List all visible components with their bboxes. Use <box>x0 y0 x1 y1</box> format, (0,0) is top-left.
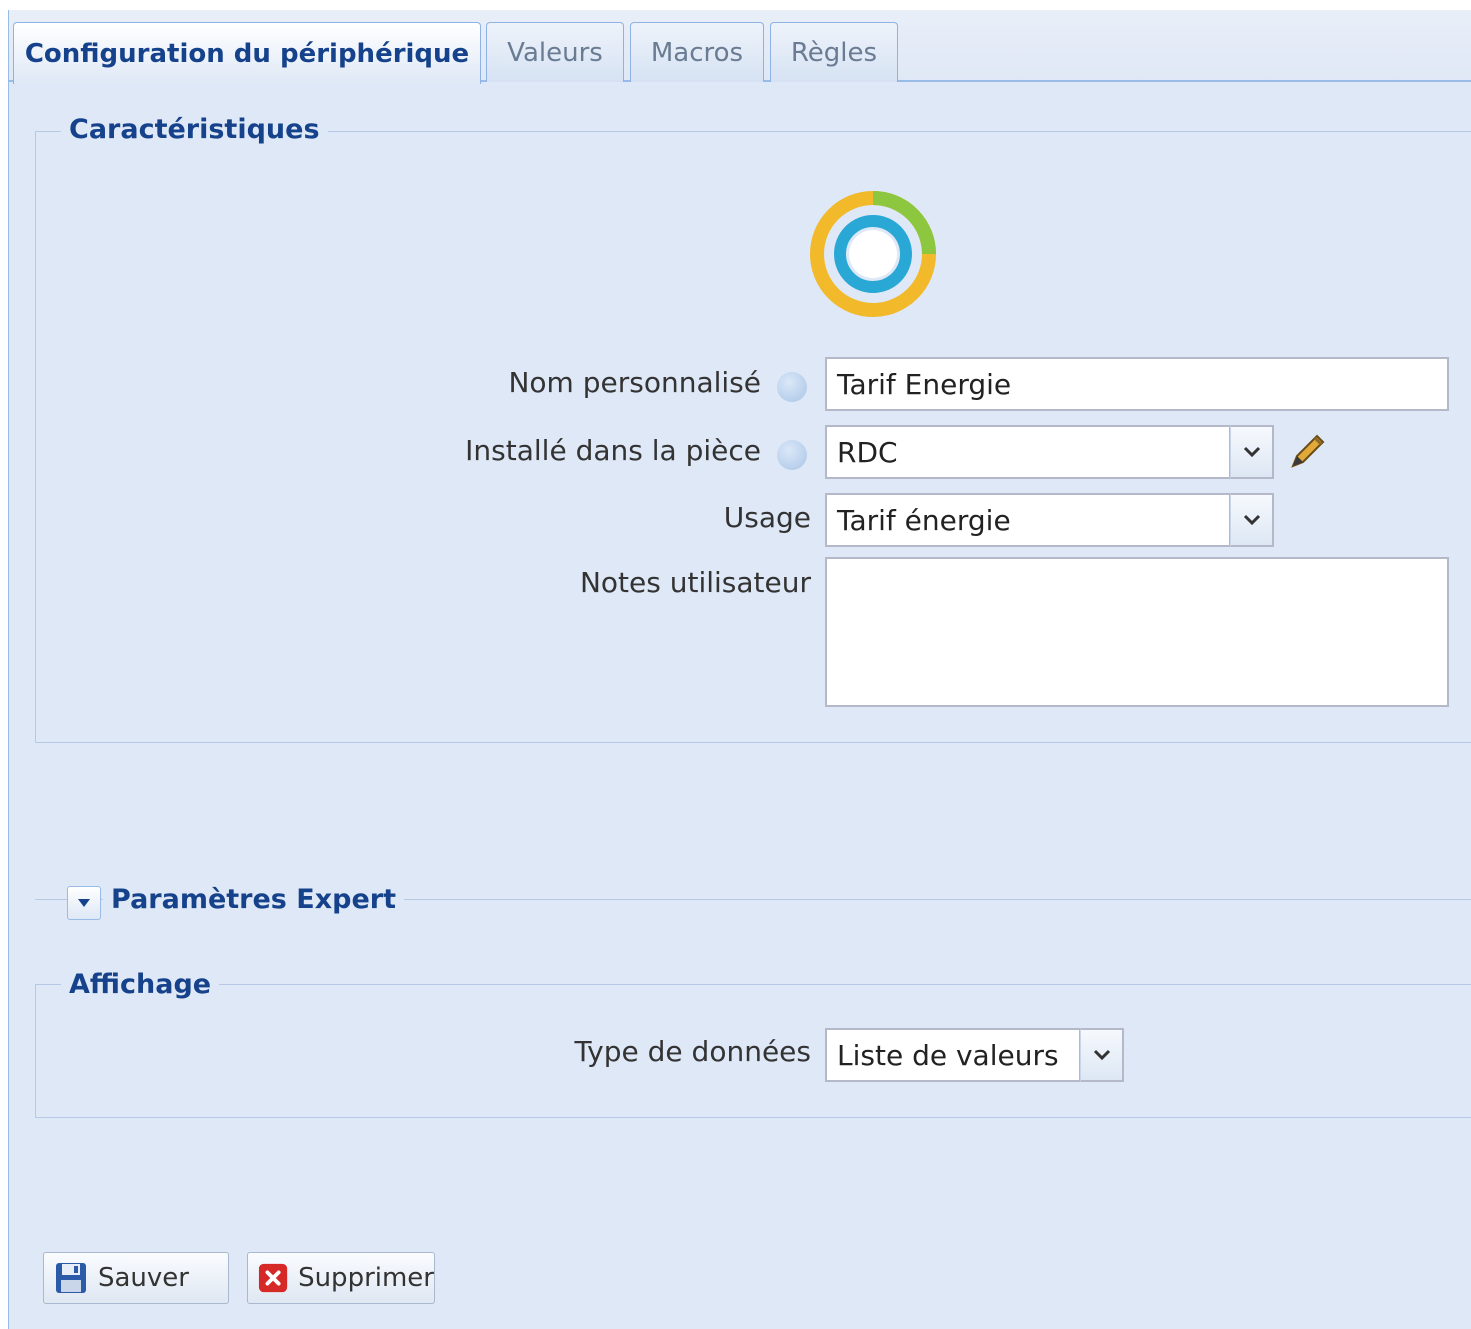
tab-values[interactable]: Valeurs <box>486 22 624 82</box>
device-config-panel: Configuration du périphérique Valeurs Ma… <box>8 10 1471 1329</box>
characteristics-legend: Caractéristiques <box>61 114 328 145</box>
energy-tariff-ring-icon <box>810 191 936 317</box>
expert-legend[interactable]: Paramètres Expert <box>103 884 404 915</box>
tab-rules[interactable]: Règles <box>770 22 898 82</box>
user-notes-label: Notes utilisateur <box>579 566 811 599</box>
floppy-disk-icon <box>56 1263 86 1293</box>
delete-button[interactable]: Supprimer <box>247 1252 435 1304</box>
chevron-down-icon <box>1243 514 1260 526</box>
pencil-edit-icon[interactable] <box>1285 430 1329 474</box>
usage-dropdown-button[interactable] <box>1230 493 1274 547</box>
room-dropdown-button[interactable] <box>1230 425 1274 479</box>
chevron-down-icon <box>1243 446 1260 458</box>
delete-button-label: Supprimer <box>298 1263 434 1293</box>
custom-name-label: Nom personnalisé <box>508 366 761 399</box>
display-legend: Affichage <box>61 969 220 1000</box>
room-label: Installé dans la pièce <box>465 434 761 467</box>
custom-name-help-icon[interactable] <box>777 372 807 402</box>
room-help-icon[interactable] <box>777 440 807 470</box>
expert-toggle-button[interactable] <box>67 886 101 920</box>
usage-select[interactable]: Tarif énergie <box>825 493 1231 547</box>
data-type-select[interactable]: Liste de valeurs <box>825 1028 1081 1082</box>
save-button-label: Sauver <box>98 1263 189 1293</box>
room-select[interactable]: RDC <box>825 425 1231 479</box>
user-notes-textarea[interactable] <box>825 557 1449 707</box>
data-type-dropdown-button[interactable] <box>1080 1028 1124 1082</box>
save-button[interactable]: Sauver <box>43 1252 229 1304</box>
delete-cross-icon <box>258 1263 288 1293</box>
data-type-label: Type de données <box>574 1035 811 1068</box>
custom-name-input[interactable]: Tarif Energie <box>825 357 1449 411</box>
tab-macros[interactable]: Macros <box>630 22 764 82</box>
tab-device-configuration[interactable]: Configuration du périphérique <box>13 22 481 84</box>
caret-down-icon <box>78 899 90 907</box>
usage-label: Usage <box>723 501 811 534</box>
tab-bar: Configuration du périphérique Valeurs Ma… <box>9 10 1471 84</box>
chevron-down-icon <box>1093 1049 1110 1061</box>
